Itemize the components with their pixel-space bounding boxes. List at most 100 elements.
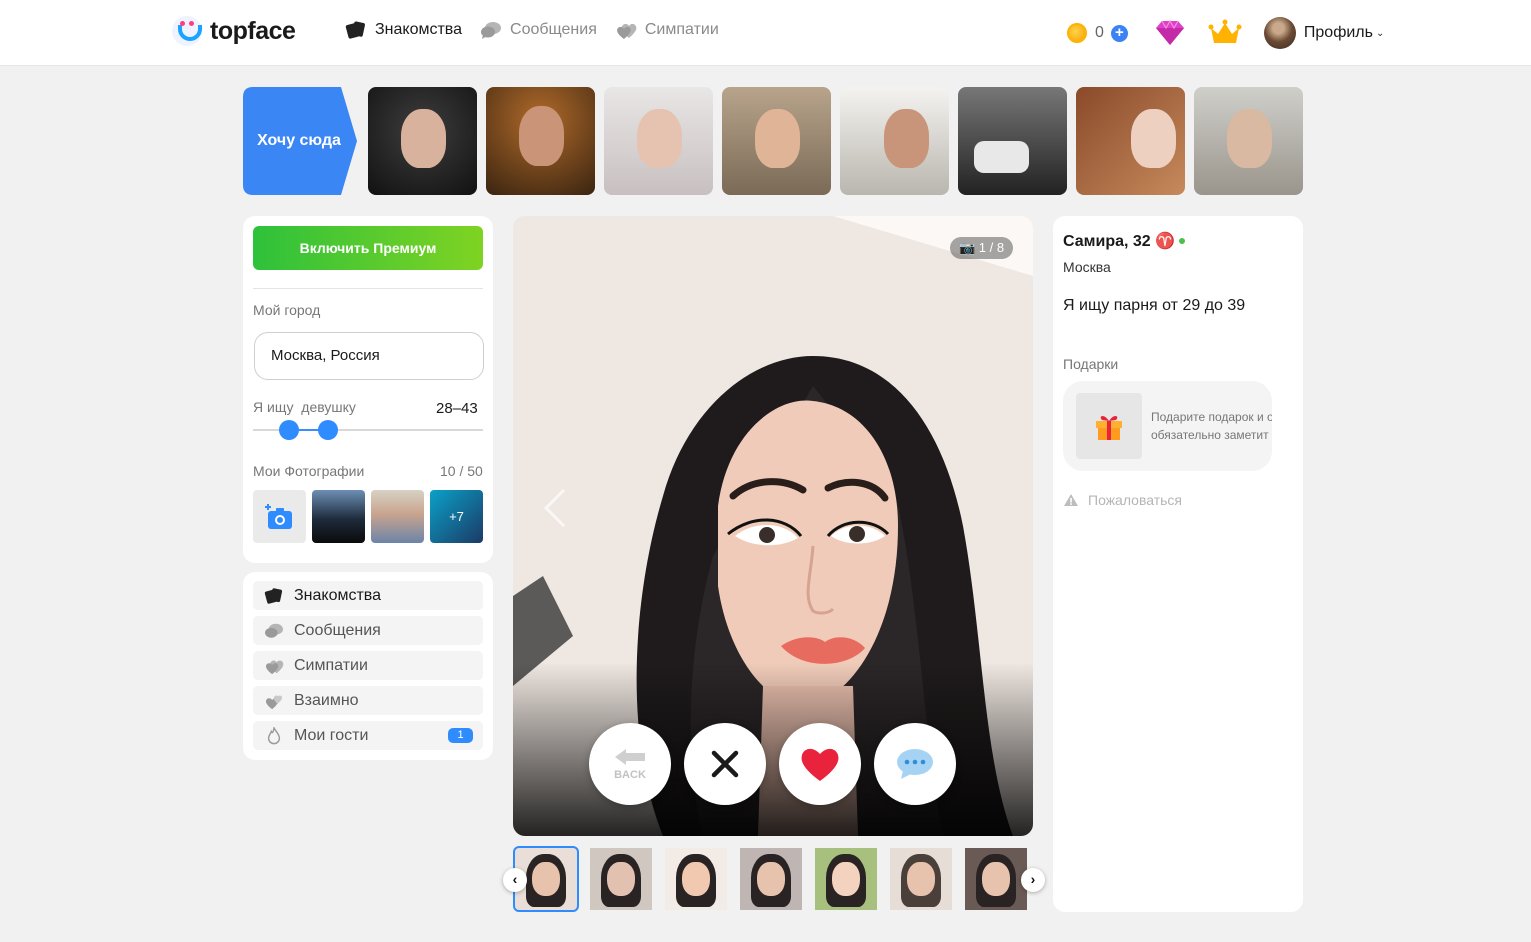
want-here-label: Хочу сюда [257,132,341,149]
profile-seek: Я ищу парня от 29 до 39 [1063,297,1246,314]
photo-thumbnail[interactable] [590,848,652,910]
profile-name-age: Самира, 32 [1063,233,1151,250]
gift-hint: Подарите подарок и она обязательно замет… [1151,408,1272,444]
gift-hint-line-1: Подарите подарок и она [1151,410,1272,424]
warning-icon [1064,494,1078,506]
sidebar-item-messages[interactable]: Сообщения [253,616,483,645]
thumbs-next-button[interactable]: › [1021,868,1045,892]
story-avatar[interactable] [1194,87,1303,195]
zodiac-icon: ♈ [1155,233,1176,250]
mutual-hearts-icon [265,695,283,709]
cards-icon [264,587,283,604]
back-label: BACK [614,769,646,781]
hearts-icon [616,23,637,39]
photo-thumbnail[interactable] [890,848,952,910]
photo-thumbnail[interactable] [815,848,877,910]
photo-thumbnail[interactable] [740,848,802,910]
camera-add-icon [264,503,292,529]
gift-button[interactable] [1076,393,1142,459]
gift-icon [1096,415,1122,440]
topnav-likes[interactable]: Симпатии [615,20,719,40]
gifts-label: Подарки [1063,356,1119,372]
logo[interactable]: topface [172,16,296,46]
age-min-handle[interactable] [279,420,299,440]
diamond-icon[interactable] [1154,19,1186,47]
seek-label: Я ищу девушку [253,399,356,415]
divider [253,288,483,289]
sidebar-item-label: Сообщения [294,621,381,639]
topnav-messages[interactable]: Сообщения [480,20,597,40]
heart-icon [801,748,839,781]
filter-panel: Включить Премиум Мой город Москва, Росси… [243,216,493,563]
topnav-dating[interactable]: Знакомства [345,20,462,40]
enable-premium-button[interactable]: Включить Премиум [253,226,483,270]
flame-icon [267,726,281,744]
photo-thumbnail[interactable] [965,848,1027,910]
city-field[interactable]: Москва, Россия [254,332,484,380]
skip-button[interactable] [684,723,766,805]
more-photos-button[interactable]: +7 [430,490,483,543]
like-button[interactable] [779,723,861,805]
profile-photo[interactable] [513,216,1033,836]
top-header: topface Знакомства Сообщения Симпатии 0 … [0,0,1531,66]
photos-count: 10 / 50 [440,463,483,479]
guests-count-badge: 1 [448,728,473,743]
send-gift-card[interactable]: Подарите подарок и она обязательно замет… [1063,381,1272,471]
photo-thumbnail[interactable] [665,848,727,910]
report-link[interactable]: Пожаловаться [1063,492,1182,508]
topnav-likes-label: Симпатии [644,21,719,38]
add-coins-button[interactable]: + [1110,24,1128,42]
previous-photo-arrow-icon[interactable] [540,486,572,530]
sidebar-item-label: Мои гости [294,726,369,744]
report-label: Пожаловаться [1088,492,1183,508]
back-arrow-icon [615,749,645,765]
my-photo-thumb[interactable] [371,490,424,543]
sidebar-item-label: Симпатии [294,656,368,674]
profile-info-panel: Самира, 32 ♈ Москва Я ищу парня от 29 до… [1053,216,1303,912]
age-range-value: 28–43 [436,400,478,417]
message-button[interactable] [874,723,956,805]
header-right: 0 + Профиль ⌄ [1067,14,1384,52]
photo-counter: 📷 1 / 8 [950,237,1013,259]
profile-menu-label[interactable]: Профиль [1304,24,1373,42]
crown-icon[interactable] [1208,19,1242,47]
coin-balance: 0 [1095,24,1104,41]
sidebar-item-dating[interactable]: Знакомства [253,581,483,610]
cards-icon [345,21,365,39]
back-button[interactable]: BACK [589,723,671,805]
story-avatar[interactable] [722,87,831,195]
chat-bubbles-icon [481,22,502,39]
sidebar-item-label: Знакомства [294,586,382,604]
chevron-down-icon[interactable]: ⌄ [1376,28,1384,39]
story-avatar[interactable] [958,87,1067,195]
hearts-icon [265,660,284,674]
add-photo-button[interactable] [253,490,306,543]
sidebar-item-guests[interactable]: Мои гости 1 [253,721,483,750]
gift-hint-line-2: обязательно заметит вас [1151,428,1272,442]
story-avatar[interactable] [486,87,595,195]
logo-text: topface [210,16,296,45]
side-nav: Знакомства Сообщения Симпатии Взаимно Мо… [243,572,493,760]
thumbs-prev-button[interactable]: ‹ [503,868,527,892]
online-indicator [1179,238,1185,244]
story-avatar[interactable] [1076,87,1185,195]
my-photo-thumb[interactable] [312,490,365,543]
profile-photo-image [513,216,1033,836]
profile-name: Самира, 32 ♈ [1063,231,1175,251]
camera-icon: 📷 [958,240,976,255]
chat-bubble-icon [897,749,933,779]
topnav-dating-label: Знакомства [375,21,463,38]
avatar[interactable] [1263,17,1296,49]
sidebar-item-likes[interactable]: Симпатии [253,651,483,680]
want-here-button[interactable]: Хочу сюда [243,87,357,195]
city-label: Мой город [253,302,321,318]
story-avatar[interactable] [840,87,949,195]
close-icon [711,750,739,778]
profile-city: Москва [1063,259,1111,275]
sidebar-item-label: Взаимно [294,691,359,709]
coin-icon [1067,23,1087,43]
sidebar-item-mutual[interactable]: Взаимно [253,686,483,715]
story-avatar[interactable] [604,87,713,195]
story-avatar[interactable] [368,87,477,195]
age-max-handle[interactable] [318,420,338,440]
